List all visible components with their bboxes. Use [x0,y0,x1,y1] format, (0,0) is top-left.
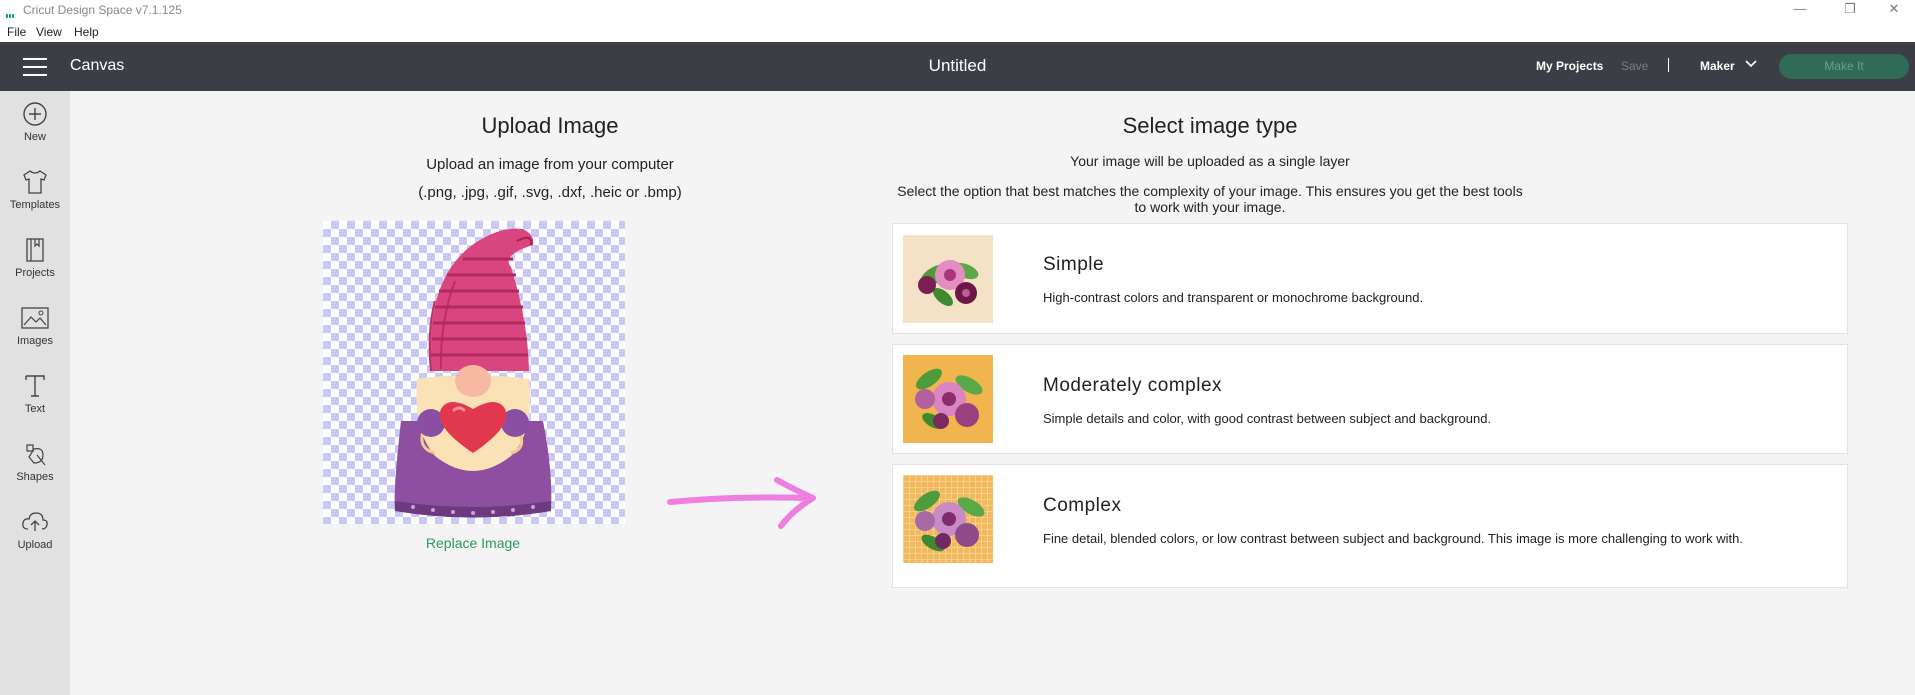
sidebar-item-label: Text [24,403,46,415]
plus-circle-icon [23,102,47,126]
simple-thumbnail [903,235,993,323]
option-description: Simple details and color, with good cont… [1043,411,1492,426]
option-complex[interactable]: Complex Fine detail, blended colors, or … [892,464,1848,588]
make-it-button[interactable]: Make It [1779,54,1909,79]
sidebar-item-label: New [23,131,46,143]
app-logo-icon [6,7,17,18]
notebook-icon [26,238,44,262]
complex-thumbnail [903,475,993,563]
option-description: High-contrast colors and transparent or … [1043,290,1424,305]
option-moderately-complex[interactable]: Moderately complex Simple details and co… [892,344,1848,454]
cloud-upload-icon [22,512,48,531]
menu-bar: File View Help [0,20,1915,42]
sidebar-item-label: Templates [9,199,61,211]
option-title: Complex [1043,495,1122,516]
moderately-complex-thumbnail [903,355,993,443]
option-title: Moderately complex [1043,375,1223,396]
uploaded-image-preview [323,221,625,524]
menu-view[interactable]: View [36,25,62,39]
text-t-icon [25,375,45,397]
upload-subtitle: Upload an image from your computer [426,156,674,173]
sidebar-item-label: Upload [17,539,53,551]
chevron-down-icon[interactable] [1745,57,1757,72]
save-button[interactable]: Save [1621,59,1648,73]
sidebar-item-upload[interactable]: Upload [0,509,70,569]
tshirt-icon [23,170,47,194]
sidebar-item-new[interactable]: New [0,101,70,161]
option-simple[interactable]: Simple High-contrast colors and transpar… [892,223,1848,334]
picture-icon [21,307,49,329]
upload-title: Upload Image [481,113,619,138]
my-projects-link[interactable]: My Projects [1536,59,1603,73]
main-content: Upload Image Upload an image from your c… [70,91,1915,695]
sidebar-item-images[interactable]: Images [0,305,70,365]
left-sidebar: New Templates Projects Images Text Shape… [0,91,70,695]
machine-selector[interactable]: Maker [1700,59,1735,73]
sidebar-item-label: Images [16,335,54,347]
sidebar-item-templates[interactable]: Templates [0,169,70,229]
app-header: Canvas Untitled My Projects Save Maker M… [0,42,1915,91]
sidebar-item-projects[interactable]: Projects [0,237,70,297]
sidebar-item-label: Shapes [16,471,54,483]
window-title: Cricut Design Space v7.1.125 [23,3,182,17]
restore-button[interactable]: ❐ [1830,0,1870,20]
sidebar-item-shapes[interactable]: Shapes [0,441,70,501]
option-description: Fine detail, blended colors, or low cont… [1043,531,1743,546]
supported-extensions: (.png, .jpg, .gif, .svg, .dxf, .heic or … [418,184,682,201]
sidebar-item-text[interactable]: Text [0,373,70,433]
option-title: Simple [1043,254,1105,275]
shapes-icon [26,444,46,466]
window-titlebar: Cricut Design Space v7.1.125 — ❐ ✕ [0,0,1915,20]
select-image-type-title: Select image type [1122,113,1298,138]
minimize-button[interactable]: — [1780,0,1820,20]
menu-file[interactable]: File [7,25,26,39]
header-divider [1668,58,1669,72]
complexity-instructions: Select the option that best matches the … [897,183,1523,215]
replace-image-link[interactable]: Replace Image [423,535,523,551]
pink-arrow-annotation [667,477,816,529]
close-window-button[interactable]: ✕ [1874,0,1914,20]
gnome-image [394,228,552,518]
sidebar-item-label: Projects [15,267,55,279]
menu-help[interactable]: Help [74,25,99,39]
single-layer-note: Your image will be uploaded as a single … [1070,153,1350,169]
